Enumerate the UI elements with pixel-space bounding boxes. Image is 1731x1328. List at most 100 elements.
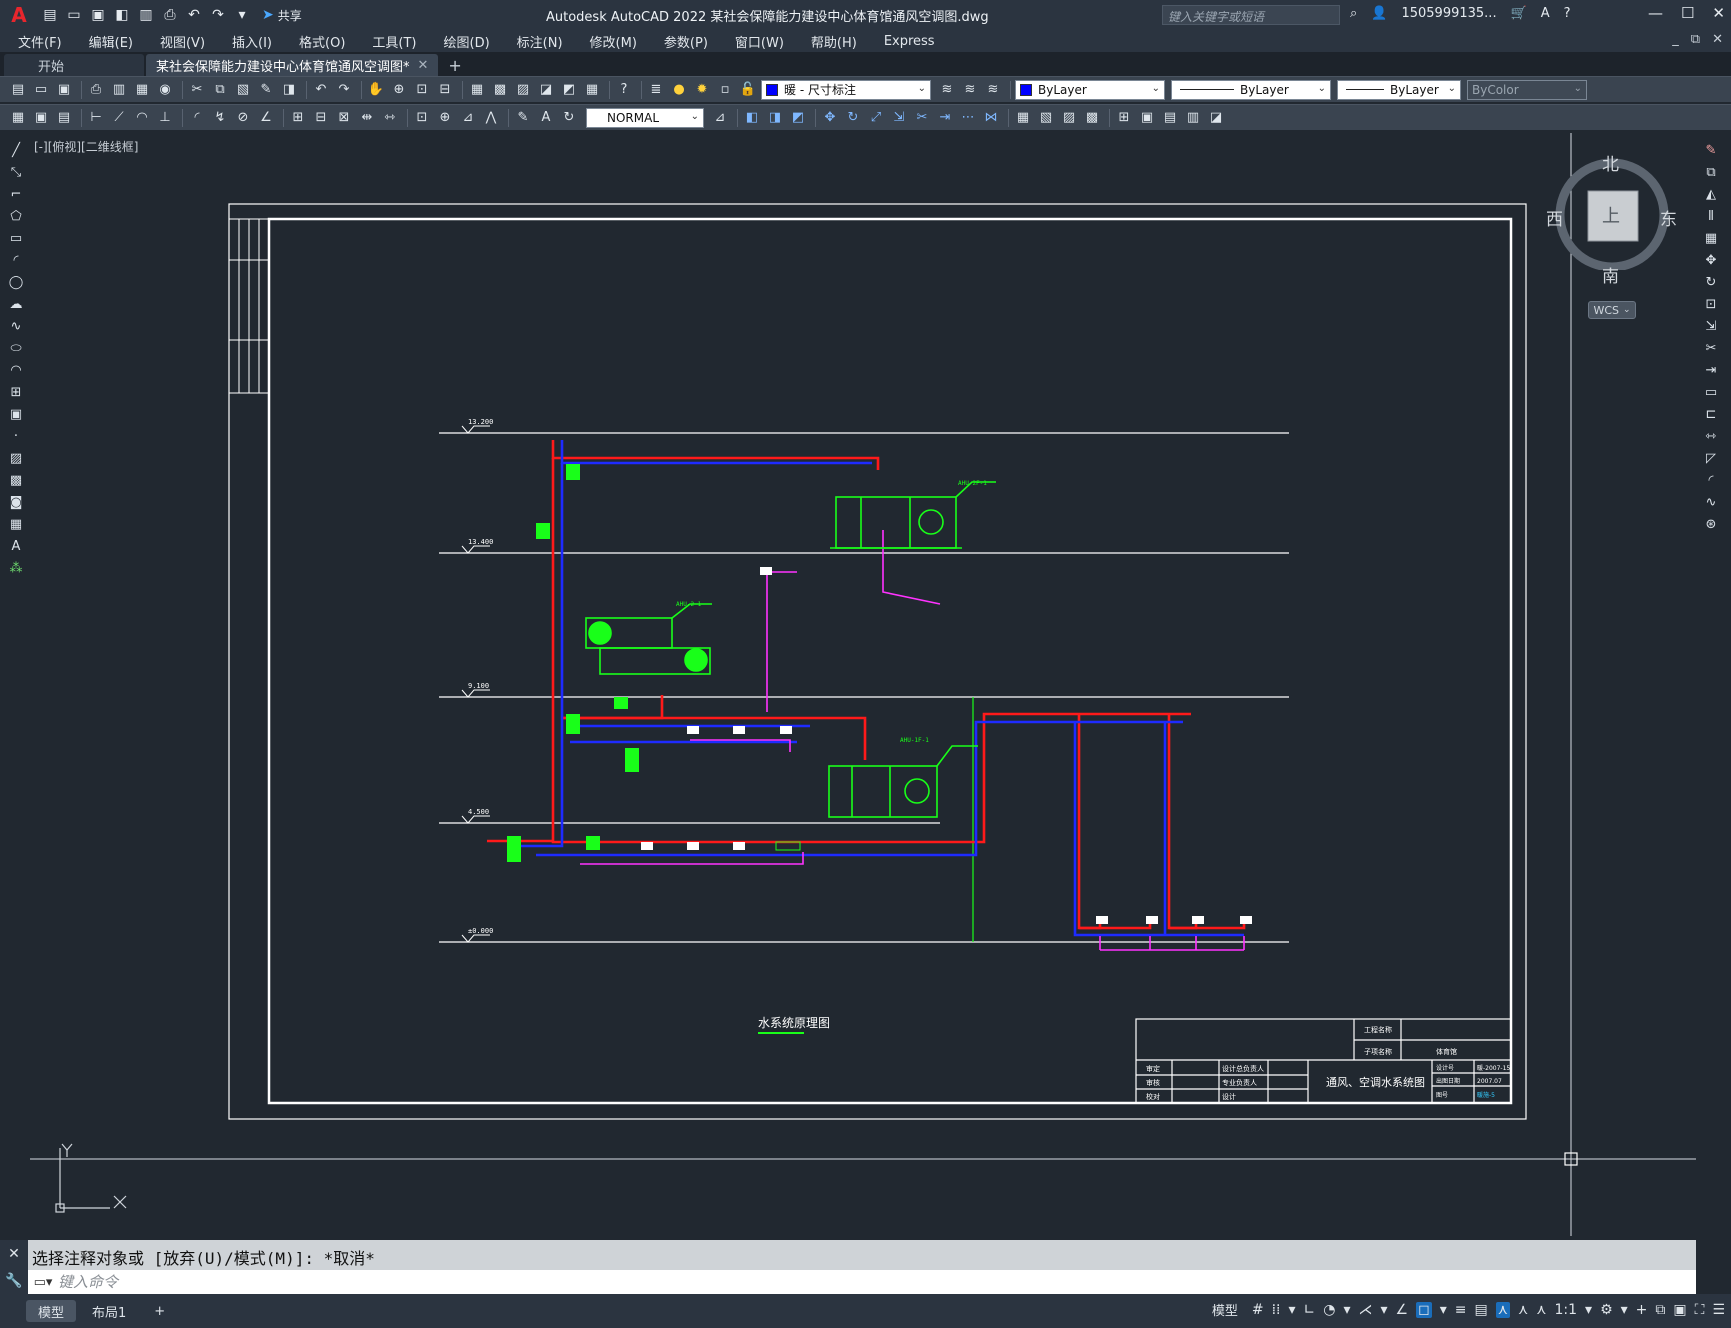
dimstyle-manager-icon[interactable]: ⊿ [710, 108, 730, 128]
object-snap-icon[interactable]: ◻ [1416, 1301, 1432, 1318]
ungroup-icon[interactable]: ▧ [1036, 108, 1056, 128]
revision-cloud-icon[interactable]: ☁ [6, 294, 26, 314]
tab-drawing[interactable]: 某社会保障能力建设中心体育馆通风空调图* ✕ [146, 54, 439, 76]
viewcube-south[interactable]: 南 [1602, 262, 1619, 287]
publish-icon[interactable]: ▦ [132, 80, 152, 100]
cut-icon[interactable]: ✂ [187, 80, 207, 100]
menu-modify[interactable]: 修改(M) [590, 32, 637, 51]
chevron-down-icon[interactable]: ▾ [1288, 1302, 1295, 1318]
block-editor-icon[interactable]: ◪ [1206, 108, 1226, 128]
menu-file[interactable]: 文件(F) [18, 32, 62, 51]
mirror-icon[interactable]: ◭ [1701, 184, 1721, 204]
object-snap-tracking-icon[interactable]: ∠ [1396, 1302, 1409, 1318]
mirror-icon[interactable]: ◨ [765, 108, 785, 128]
break-dim-icon[interactable]: ⇿ [380, 108, 400, 128]
diameter-dim-icon[interactable]: ⊘ [233, 108, 253, 128]
calculator-icon[interactable]: ▦ [582, 80, 602, 100]
jogged-dim-icon[interactable]: ↯ [210, 108, 230, 128]
transparency-icon[interactable]: ▤ [1474, 1302, 1487, 1318]
break-icon[interactable]: ⊏ [1701, 404, 1721, 424]
hatch-icon[interactable]: ▨ [6, 448, 26, 468]
command-prompt-icon[interactable]: ▭▾ [28, 1275, 58, 1290]
menu-tools[interactable]: 工具(T) [372, 32, 416, 51]
scale-icon[interactable]: ⊡ [1701, 294, 1721, 314]
annotation-scale-icon[interactable]: ⋏ [1536, 1302, 1546, 1318]
save-icon[interactable]: ▣ [88, 5, 108, 25]
menu-express[interactable]: Express [884, 34, 935, 49]
construction-line-icon[interactable]: ⤡ [6, 162, 26, 182]
wcs-menu[interactable]: WCS ⌄ [1588, 301, 1636, 319]
dim-update-icon[interactable]: ↻ [559, 108, 579, 128]
chevron-down-icon[interactable]: ▾ [1585, 1302, 1592, 1318]
polyline-icon[interactable]: ⌐ [6, 184, 26, 204]
polar-icon[interactable]: ◔ [1323, 1302, 1335, 1318]
doc-close-icon[interactable]: ✕ [1712, 32, 1723, 47]
continue-dim-icon[interactable]: ⊠ [334, 108, 354, 128]
chamfer-icon[interactable]: ◸ [1701, 448, 1721, 468]
zoom-realtime-icon[interactable]: ⊕ [389, 80, 409, 100]
offset-icon[interactable]: ⫴ [1701, 206, 1721, 226]
group-select-icon[interactable]: ▩ [1082, 108, 1102, 128]
save-icon[interactable]: ▣ [54, 80, 74, 100]
jogged-linear-icon[interactable]: ⋀ [481, 108, 501, 128]
extend-icon[interactable]: ⇥ [935, 108, 955, 128]
rectangle-icon[interactable]: ▭ [6, 228, 26, 248]
join-icon[interactable]: ⇿ [1701, 426, 1721, 446]
app-store-icon[interactable]: A [1541, 6, 1550, 21]
gear-icon[interactable]: ⚙ [1600, 1302, 1613, 1318]
zoom-window-icon[interactable]: ⊡ [412, 80, 432, 100]
tab-close-icon[interactable]: ✕ [418, 58, 429, 73]
add-selected-icon[interactable]: ⁂ [6, 558, 26, 578]
viewport-controls[interactable]: [-][俯视][二维线框] [34, 138, 138, 155]
polygon-icon[interactable]: ⬠ [6, 206, 26, 226]
ordinate-dim-icon[interactable]: ⊥ [155, 108, 175, 128]
trim-icon[interactable]: ✂ [912, 108, 932, 128]
extend-icon[interactable]: ⇥ [1701, 360, 1721, 380]
center-mark-icon[interactable]: ⊕ [435, 108, 455, 128]
block-write-icon[interactable]: ▥ [1183, 108, 1203, 128]
new-icon[interactable]: ▤ [8, 80, 28, 100]
share-button[interactable]: ➤ 共享 [262, 7, 302, 24]
clean-screen-icon[interactable]: ⛶ [1695, 1302, 1705, 1318]
zoom-previous-icon[interactable]: ⊟ [435, 80, 455, 100]
menu-format[interactable]: 格式(O) [299, 32, 345, 51]
group-icon[interactable]: ▦ [1013, 108, 1033, 128]
customize-dropdown-icon[interactable]: ▾ [232, 5, 252, 25]
chevron-down-icon[interactable]: ▾ [1380, 1302, 1387, 1318]
plot-preview-icon[interactable]: ▥ [109, 80, 129, 100]
insert-block-icon[interactable]: ⊞ [6, 382, 26, 402]
pan-icon[interactable]: ✋ [366, 80, 386, 100]
maximize-icon[interactable]: ☐ [1681, 4, 1694, 22]
region-icon[interactable]: ◙ [6, 492, 26, 512]
layer-select[interactable]: 暖 - 尺寸标注 ⌄ [761, 79, 931, 100]
copy-obj-icon[interactable]: ◧ [742, 108, 762, 128]
cart-icon[interactable]: 🛒 [1511, 6, 1527, 21]
new-icon[interactable]: ▤ [40, 5, 60, 25]
grid-icon[interactable]: # [1252, 1302, 1264, 1318]
ortho-icon[interactable]: ∟ [1304, 1302, 1316, 1318]
angular-dim-icon[interactable]: ∠ [256, 108, 276, 128]
inspect-icon[interactable]: ⊿ [458, 108, 478, 128]
search-icon[interactable]: ⌕ [1350, 6, 1357, 21]
plus-icon[interactable]: + [1636, 1302, 1648, 1318]
chevron-down-icon[interactable]: ▾ [1440, 1302, 1447, 1318]
baseline-dim-icon[interactable]: ⊟ [311, 108, 331, 128]
lineweight-select[interactable]: ByLayer ⌄ [1337, 79, 1461, 100]
offset-icon[interactable]: ◩ [788, 108, 808, 128]
model-space-toggle[interactable]: 模型 [1212, 1300, 1238, 1319]
menu-draw[interactable]: 绘图(D) [444, 32, 490, 51]
copy-icon[interactable]: ⧉ [1701, 162, 1721, 182]
tolerance-icon[interactable]: ⊡ [412, 108, 432, 128]
array-icon[interactable]: ▦ [1701, 228, 1721, 248]
menu-dimension[interactable]: 标注(N) [517, 32, 563, 51]
dimstyle-select[interactable]: NORMAL ⌄ [586, 107, 704, 128]
menu-help[interactable]: 帮助(H) [811, 32, 857, 51]
workspace-icon[interactable]: ▦ [8, 108, 28, 128]
gradient-icon[interactable]: ▩ [6, 470, 26, 490]
aligned-dim-icon[interactable]: ⟋ [109, 108, 129, 128]
quick-dim-icon[interactable]: ⊞ [288, 108, 308, 128]
markup-icon[interactable]: ◩ [559, 80, 579, 100]
space-dim-icon[interactable]: ⇹ [357, 108, 377, 128]
rotate-icon[interactable]: ↻ [1701, 272, 1721, 292]
save-as-icon[interactable]: ◧ [112, 5, 132, 25]
